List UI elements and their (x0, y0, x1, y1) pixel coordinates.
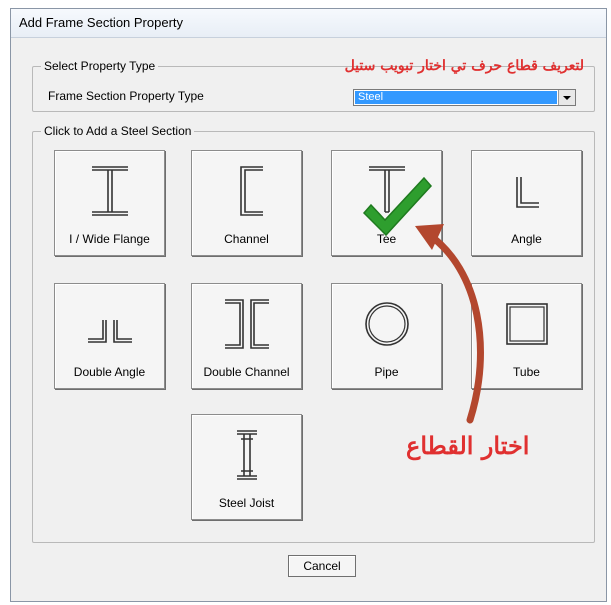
annotation-overlay (362, 176, 484, 424)
curved-arrow-icon (424, 230, 484, 424)
